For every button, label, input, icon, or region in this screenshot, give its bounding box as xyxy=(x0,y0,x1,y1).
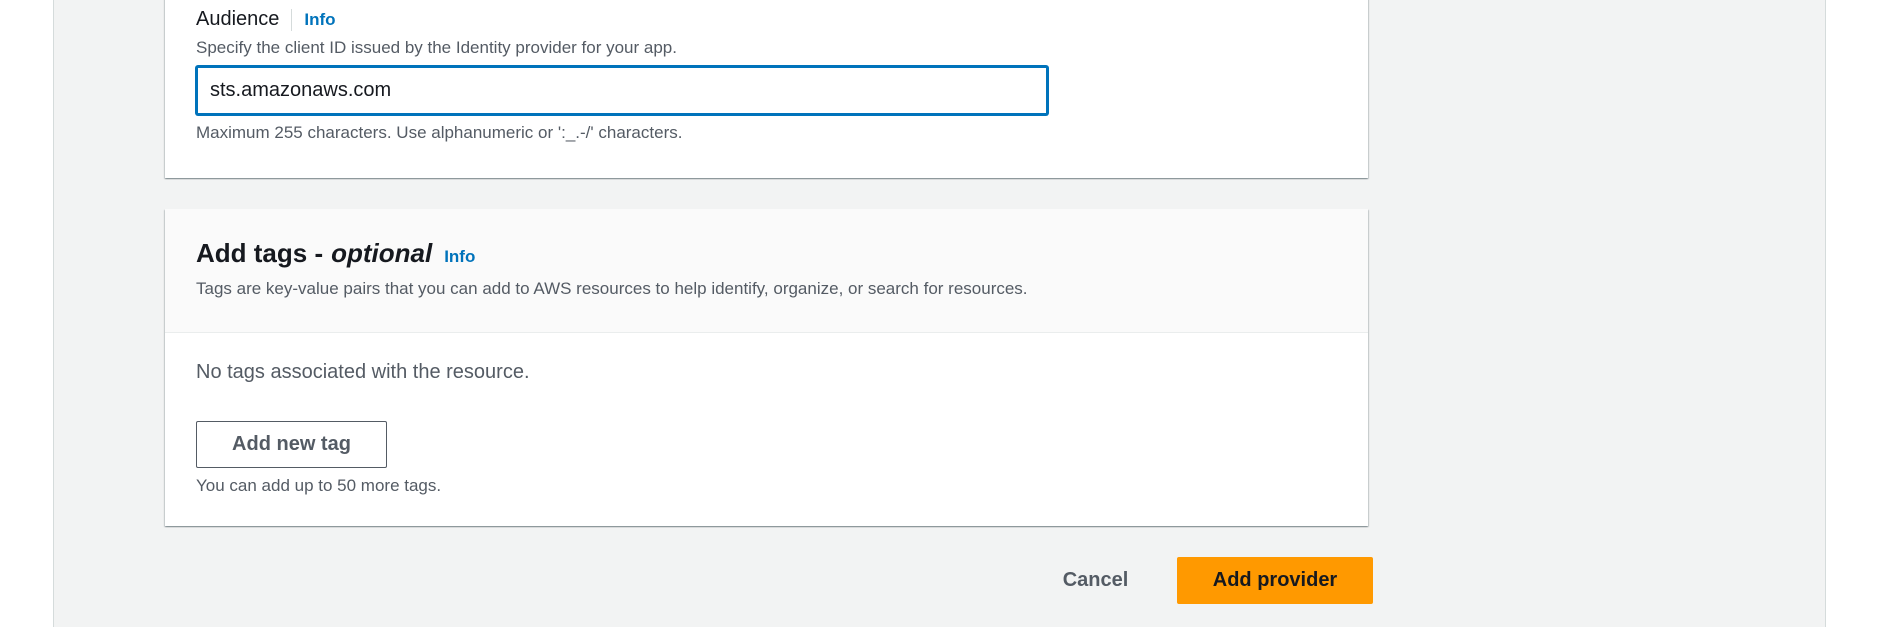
add-tags-header: Add tags - optional Info Tags are key-va… xyxy=(165,209,1368,333)
add-tags-optional-text: optional xyxy=(331,238,433,268)
add-tags-title-text: Add tags - xyxy=(196,238,324,268)
add-tags-description: Tags are key-value pairs that you can ad… xyxy=(196,279,1028,298)
cancel-button[interactable]: Cancel xyxy=(1044,557,1147,604)
audience-description: Specify the client ID issued by the Iden… xyxy=(196,38,677,57)
audience-input[interactable] xyxy=(196,66,1048,115)
audience-constraint-text: Maximum 255 characters. Use alphanumeric… xyxy=(196,123,683,142)
audience-field-label: Audience Info xyxy=(196,8,336,31)
tags-limit-text: You can add up to 50 more tags. xyxy=(196,476,442,495)
label-divider xyxy=(291,8,293,31)
audience-info-link[interactable]: Info xyxy=(304,10,335,30)
audience-label-text: Audience xyxy=(196,8,280,30)
add-tags-title: Add tags - optional Info xyxy=(196,238,475,269)
add-provider-button[interactable]: Add provider xyxy=(1177,557,1373,604)
audience-panel: Audience Info Specify the client ID issu… xyxy=(165,0,1368,178)
add-tags-panel: Add tags - optional Info Tags are key-va… xyxy=(165,209,1368,526)
add-tags-info-link[interactable]: Info xyxy=(444,247,475,267)
no-tags-message: No tags associated with the resource. xyxy=(196,361,530,383)
page-content-area: Audience Info Specify the client ID issu… xyxy=(53,0,1826,627)
add-new-tag-button[interactable]: Add new tag xyxy=(196,421,387,468)
